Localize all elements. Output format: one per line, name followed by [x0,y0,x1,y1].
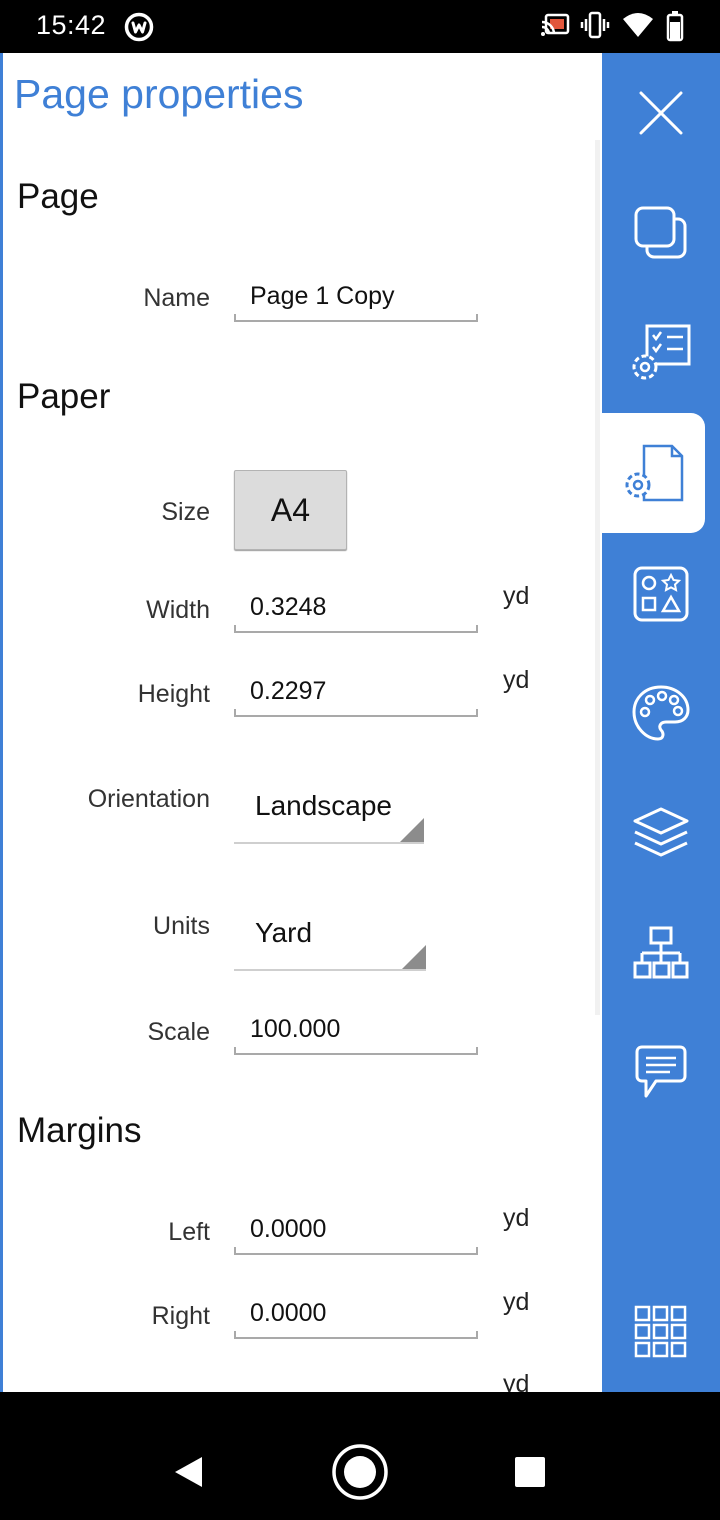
wifi-icon [623,13,653,37]
properties-button[interactable] [602,298,720,408]
top-margin-unit: yd [503,1370,530,1392]
name-input[interactable]: Page 1 Copy [234,278,478,322]
shapes-button[interactable] [602,539,720,649]
size-label: Size [161,498,210,526]
scale-input[interactable]: 100.000 [234,1011,478,1055]
panel-title: Page properties [14,71,304,117]
right-margin-label: Right [151,1302,210,1330]
palette-icon [632,685,690,741]
layers-icon [633,807,689,857]
status-bar: 15:42 [0,0,720,53]
hierarchy-icon [633,926,689,979]
comment-icon [635,1045,687,1098]
height-unit: yd [503,666,530,694]
right-margin-unit: yd [503,1288,530,1316]
hierarchy-button[interactable] [602,898,720,1008]
width-input-value: 0.3248 [250,593,327,621]
scrollbar[interactable] [595,140,600,1015]
width-input[interactable]: 0.3248 [234,589,478,633]
right-margin-input[interactable]: 0.0000 [234,1295,478,1339]
right-toolbar [602,53,720,1392]
close-button[interactable] [602,58,720,168]
status-time: 15:42 [36,10,107,40]
page-settings-button[interactable] [602,413,705,533]
grid-menu-icon [634,1305,687,1358]
dropdown-arrow-icon [400,818,424,842]
system-nav-bar [0,1392,720,1520]
width-unit: yd [503,582,530,610]
home-icon[interactable] [331,1443,389,1501]
comment-button[interactable] [602,1018,720,1128]
scale-label: Scale [147,1018,210,1046]
shapes-icon [633,566,689,622]
status-icons [540,10,690,42]
height-input-value: 0.2297 [250,677,327,705]
layers-button[interactable] [602,778,720,888]
orientation-select-value: Landscape [255,790,393,821]
section-heading-margins: Margins [17,1111,142,1150]
left-margin-label: Left [168,1218,210,1246]
left-margin-input-value: 0.0000 [250,1215,327,1243]
height-input[interactable]: 0.2297 [234,673,478,717]
back-icon[interactable] [172,1455,204,1489]
units-label: Units [153,912,210,940]
page-settings-icon [625,444,683,502]
orientation-select[interactable]: Landscape [234,790,424,844]
grid-menu-button[interactable] [602,1277,720,1387]
left-margin-input[interactable]: 0.0000 [234,1211,478,1255]
name-label: Name [143,284,210,312]
units-select-value: Yard [255,917,313,948]
at-sign-icon [124,12,154,42]
recents-icon[interactable] [514,1456,546,1488]
palette-button[interactable] [602,658,720,768]
orientation-label: Orientation [87,785,210,813]
paper-size-button[interactable]: A4 [234,470,347,550]
scale-input-value: 100.000 [250,1015,341,1043]
settings-checklist-icon [632,324,691,380]
section-heading-paper: Paper [17,377,111,416]
battery-icon [666,11,684,42]
vibrate-icon [580,11,610,39]
section-heading-page: Page [17,177,99,216]
units-select[interactable]: Yard [234,917,426,971]
dropdown-arrow-icon [402,945,426,969]
close-icon [639,91,683,135]
left-margin-unit: yd [503,1204,530,1232]
page-properties-panel: Page properties Page Name Page 1 Copy Pa… [0,53,602,1392]
duplicate-icon [634,206,687,259]
height-label: Height [137,680,210,708]
width-label: Width [146,596,210,624]
duplicate-button[interactable] [602,178,720,288]
cast-icon [541,13,570,36]
name-input-value: Page 1 Copy [250,282,395,310]
right-margin-input-value: 0.0000 [250,1299,327,1327]
